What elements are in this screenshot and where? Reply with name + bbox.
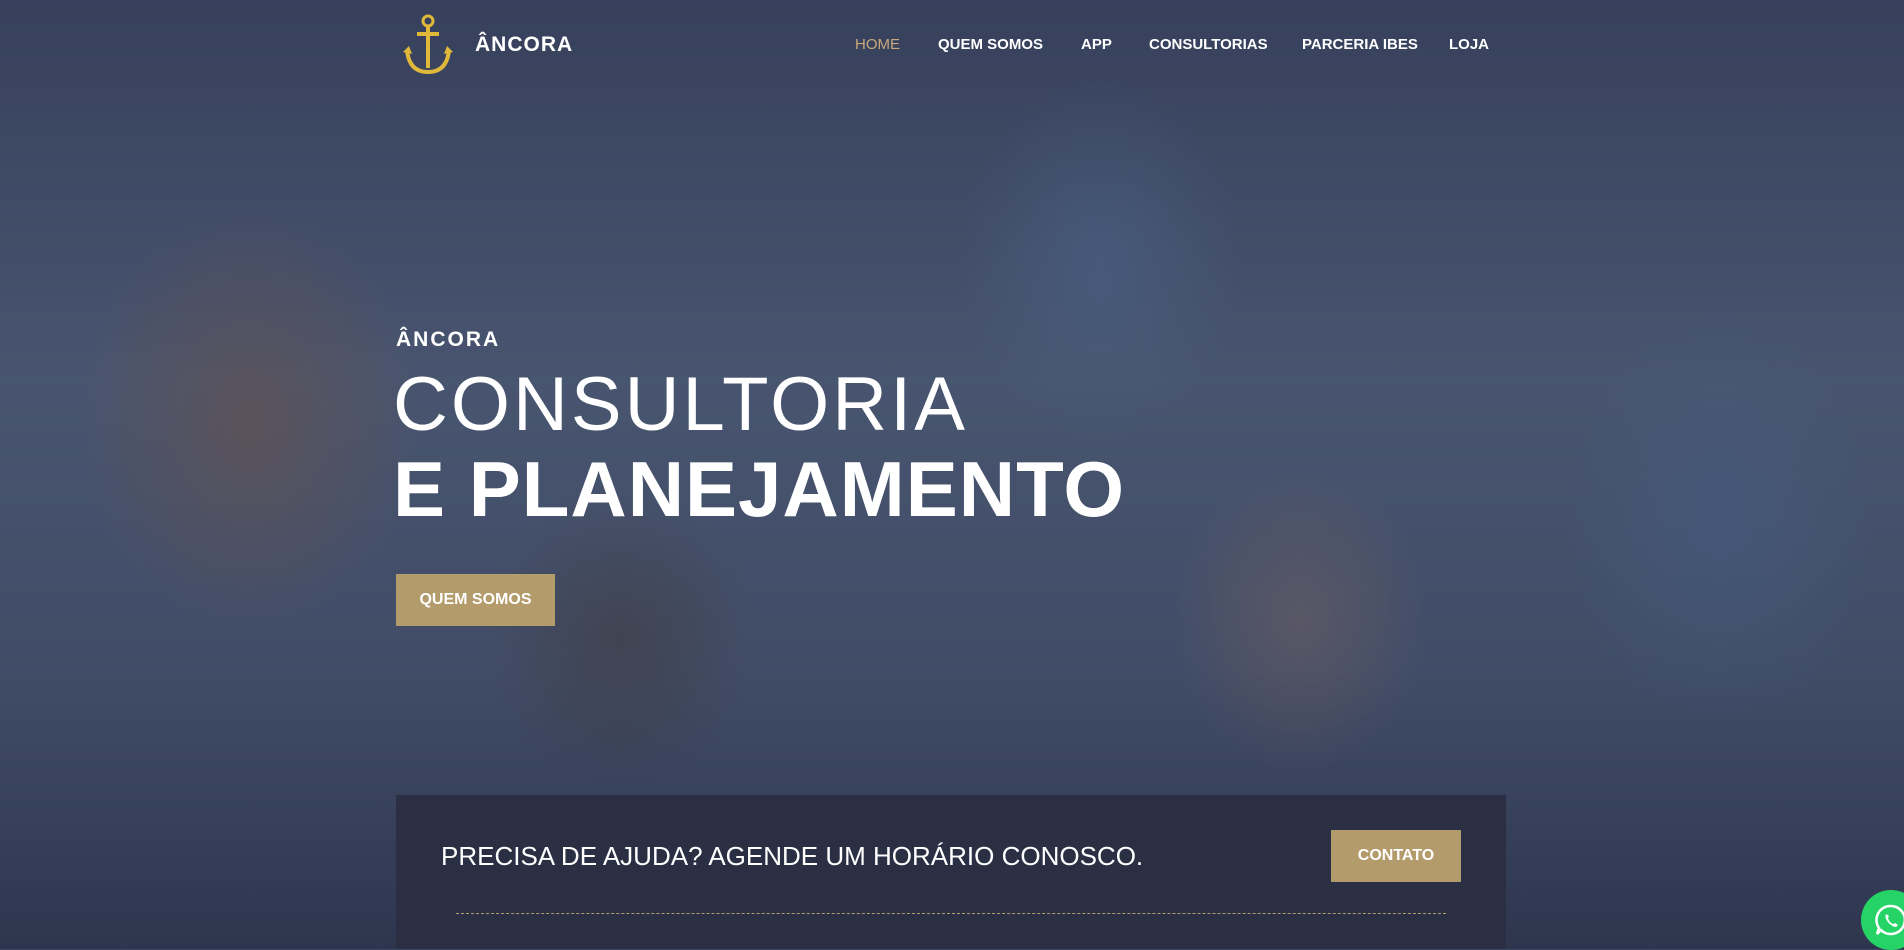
nav-item-loja[interactable]: LOJA: [1449, 36, 1489, 53]
main-nav: HOME QUEM SOMOS APP CONSULTORIAS PARCERI…: [0, 36, 1904, 56]
whatsapp-icon: [1875, 904, 1904, 936]
hero-headline-line2: E PLANEJAMENTO: [393, 445, 1125, 533]
nav-item-parceria-ibes[interactable]: PARCERIA IBES: [1302, 36, 1418, 53]
cta-panel: PRECISA DE AJUDA? AGENDE UM HORÁRIO CONO…: [396, 795, 1506, 949]
hero-eyebrow: ÂNCORA: [396, 328, 501, 351]
cta-text: PRECISA DE AJUDA? AGENDE UM HORÁRIO CONO…: [441, 841, 1144, 871]
nav-item-app[interactable]: APP: [1081, 36, 1112, 53]
quem-somos-button[interactable]: QUEM SOMOS: [396, 574, 555, 626]
nav-item-home[interactable]: HOME: [855, 36, 900, 53]
contato-button[interactable]: CONTATO: [1331, 830, 1461, 882]
nav-item-consultorias[interactable]: CONSULTORIAS: [1149, 36, 1268, 53]
hero-headline-line1: CONSULTORIA: [393, 362, 968, 447]
nav-item-quem-somos[interactable]: QUEM SOMOS: [938, 36, 1043, 53]
cta-divider: [456, 913, 1446, 914]
